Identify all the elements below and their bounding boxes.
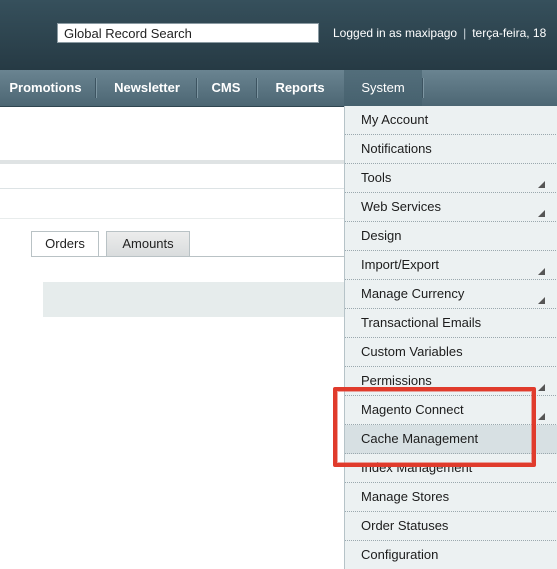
nav-item-cms[interactable]: CMS	[199, 70, 253, 106]
nav-divider	[422, 78, 424, 98]
tab-orders[interactable]: Orders	[31, 231, 99, 257]
menu-item-tools[interactable]: Tools	[345, 164, 557, 193]
submenu-arrow-icon	[538, 297, 545, 304]
global-search-input[interactable]	[57, 23, 319, 43]
submenu-arrow-icon	[538, 384, 545, 391]
nav-item-promotions[interactable]: Promotions	[0, 70, 91, 106]
user-info: Logged in as maxipago | terça-feira, 18	[333, 26, 546, 40]
nav-item-newsletter[interactable]: Newsletter	[98, 70, 196, 106]
menu-item-manage-stores[interactable]: Manage Stores	[345, 483, 557, 512]
menu-item-cache-management[interactable]: Cache Management	[345, 425, 557, 454]
page-divider	[0, 218, 344, 219]
menu-item-label: Import/Export	[361, 257, 440, 272]
date-label: terça-feira, 18	[472, 26, 547, 40]
admin-page: Logged in as maxipago | terça-feira, 18 Pr…	[0, 0, 557, 569]
menu-item-label: Index Management	[361, 460, 473, 475]
admin-header: Logged in as maxipago | terça-feira, 18	[0, 0, 557, 70]
menu-item-label: Permissions	[361, 373, 432, 388]
menu-item-index-management[interactable]: Index Management	[345, 454, 557, 483]
submenu-arrow-icon	[538, 210, 545, 217]
page-divider	[0, 188, 344, 189]
menu-item-label: Tools	[361, 170, 392, 185]
menu-item-label: Notifications	[361, 141, 432, 156]
dashboard-grid-row	[43, 282, 344, 317]
nav-divider	[196, 78, 198, 98]
menu-item-permissions[interactable]: Permissions	[345, 367, 557, 396]
menu-item-custom-variables[interactable]: Custom Variables	[345, 338, 557, 367]
menu-item-label: Configuration	[361, 547, 439, 562]
menu-item-label: Order Statuses	[361, 518, 449, 533]
tab-baseline	[31, 256, 344, 257]
menu-item-magento-connect[interactable]: Magento Connect	[345, 396, 557, 425]
separator: |	[463, 26, 467, 40]
main-nav: Promotions Newsletter CMS Reports System	[0, 70, 557, 107]
submenu-arrow-icon	[538, 413, 545, 420]
submenu-arrow-icon	[538, 268, 545, 275]
nav-item-system[interactable]: System	[344, 70, 422, 106]
system-dropdown-menu: My Account Notifications Tools Web Servi…	[344, 106, 557, 569]
nav-item-reports[interactable]: Reports	[259, 70, 341, 106]
menu-item-configuration[interactable]: Configuration	[345, 541, 557, 569]
tab-amounts[interactable]: Amounts	[106, 231, 190, 257]
menu-item-notifications[interactable]: Notifications	[345, 135, 557, 164]
nav-divider	[256, 78, 258, 98]
menu-item-label: My Account	[361, 112, 429, 127]
menu-item-manage-currency[interactable]: Manage Currency	[345, 280, 557, 309]
menu-item-my-account[interactable]: My Account	[345, 106, 557, 135]
menu-item-label: Design	[361, 228, 402, 243]
menu-item-label: Custom Variables	[361, 344, 463, 359]
page-divider	[0, 160, 344, 164]
menu-item-web-services[interactable]: Web Services	[345, 193, 557, 222]
menu-item-order-statuses[interactable]: Order Statuses	[345, 512, 557, 541]
menu-item-transactional-emails[interactable]: Transactional Emails	[345, 309, 557, 338]
nav-divider	[95, 78, 97, 98]
menu-item-label: Cache Management	[361, 431, 479, 446]
submenu-arrow-icon	[538, 181, 545, 188]
menu-item-label: Manage Stores	[361, 489, 450, 504]
menu-item-import-export[interactable]: Import/Export	[345, 251, 557, 280]
menu-item-design[interactable]: Design	[345, 222, 557, 251]
menu-item-label: Manage Currency	[361, 286, 465, 301]
logged-in-label: Logged in as maxipago	[333, 26, 458, 40]
menu-item-label: Web Services	[361, 199, 441, 214]
menu-item-label: Magento Connect	[361, 402, 464, 417]
menu-item-label: Transactional Emails	[361, 315, 482, 330]
